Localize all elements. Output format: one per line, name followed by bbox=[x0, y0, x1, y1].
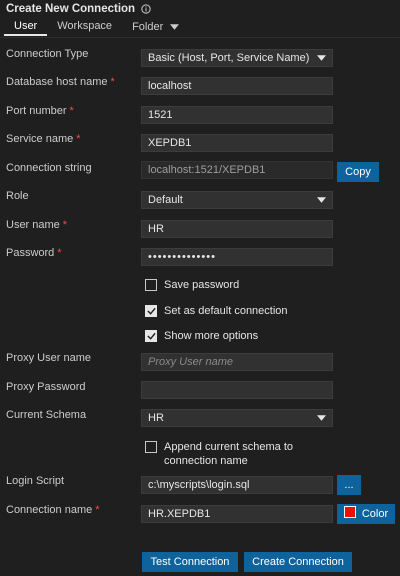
append-schema-option[interactable]: Append current schema to connection name bbox=[145, 440, 345, 468]
default-connection-label: Set as default connection bbox=[164, 305, 288, 317]
tab-workspace[interactable]: Workspace bbox=[47, 17, 122, 36]
tab-folder[interactable]: Folder bbox=[122, 17, 189, 36]
host-input[interactable] bbox=[141, 77, 333, 95]
role-select[interactable]: Default bbox=[141, 191, 333, 209]
tab-user[interactable]: User bbox=[4, 17, 48, 36]
role-label: Role bbox=[6, 190, 29, 202]
checkmark-icon bbox=[146, 332, 156, 340]
current-schema-select[interactable]: HR bbox=[141, 409, 333, 427]
username-input[interactable] bbox=[141, 220, 333, 238]
tab-folder-label: Folder bbox=[132, 20, 164, 33]
test-connection-button[interactable]: Test Connection bbox=[142, 552, 238, 572]
chevron-down-icon bbox=[317, 197, 326, 203]
chevron-down-icon bbox=[170, 23, 180, 30]
chevron-down-icon bbox=[317, 55, 326, 61]
connection-string-field bbox=[141, 161, 333, 179]
browse-button[interactable]: ... bbox=[337, 475, 361, 495]
create-connection-button[interactable]: Create Connection bbox=[244, 552, 352, 572]
checkmark-icon bbox=[146, 307, 156, 315]
password-label: Password * bbox=[6, 247, 62, 259]
chevron-down-icon bbox=[317, 415, 326, 421]
proxy-password-input[interactable] bbox=[141, 381, 333, 399]
connection-type-value: Basic (Host, Port, Service Name) bbox=[148, 52, 310, 64]
tab-bar: User Workspace Folder bbox=[4, 17, 189, 37]
append-schema-checkbox[interactable] bbox=[145, 441, 157, 453]
save-password-checkbox[interactable] bbox=[145, 279, 157, 291]
dialog-title: Create New Connection bbox=[6, 3, 136, 15]
copy-button[interactable]: Copy bbox=[337, 162, 379, 182]
current-schema-label: Current Schema bbox=[6, 409, 87, 421]
more-options-label: Show more options bbox=[164, 330, 259, 342]
more-options-option[interactable]: Show more options bbox=[145, 329, 258, 343]
port-input[interactable] bbox=[141, 106, 333, 124]
default-connection-checkbox[interactable] bbox=[145, 305, 157, 317]
color-swatch bbox=[343, 506, 356, 518]
current-schema-value: HR bbox=[148, 412, 164, 424]
color-button-label: Color bbox=[361, 508, 389, 520]
proxy-user-input[interactable] bbox=[141, 353, 333, 371]
color-button[interactable]: Color bbox=[337, 504, 395, 524]
login-script-label: Login Script bbox=[6, 475, 65, 487]
username-label: User name * bbox=[6, 219, 68, 231]
proxy-password-label: Proxy Password bbox=[6, 381, 86, 393]
service-input[interactable] bbox=[141, 134, 333, 152]
connection-name-label: Connection name * bbox=[6, 504, 100, 516]
connection-type-select[interactable]: Basic (Host, Port, Service Name) bbox=[141, 49, 333, 67]
login-script-input[interactable] bbox=[141, 476, 333, 494]
save-password-option[interactable]: Save password bbox=[145, 278, 239, 292]
service-label: Service name * bbox=[6, 133, 81, 145]
connection-type-label: Connection Type bbox=[6, 48, 89, 60]
dialog-title-bar: Create New Connection bbox=[6, 2, 151, 16]
connection-string-label: Connection string bbox=[6, 162, 92, 174]
tab-divider bbox=[0, 37, 400, 38]
default-connection-option[interactable]: Set as default connection bbox=[145, 304, 288, 318]
append-schema-label: Append current schema to connection name bbox=[164, 441, 294, 467]
port-label: Port number * bbox=[6, 105, 74, 117]
info-icon[interactable] bbox=[141, 4, 151, 14]
proxy-user-label: Proxy User name bbox=[6, 352, 91, 364]
connection-name-input[interactable] bbox=[141, 505, 333, 523]
save-password-label: Save password bbox=[164, 279, 240, 291]
host-label: Database host name * bbox=[6, 76, 115, 88]
more-options-checkbox[interactable] bbox=[145, 330, 157, 342]
role-value: Default bbox=[148, 194, 183, 206]
password-input[interactable]: •••••••••••••• bbox=[141, 248, 333, 266]
